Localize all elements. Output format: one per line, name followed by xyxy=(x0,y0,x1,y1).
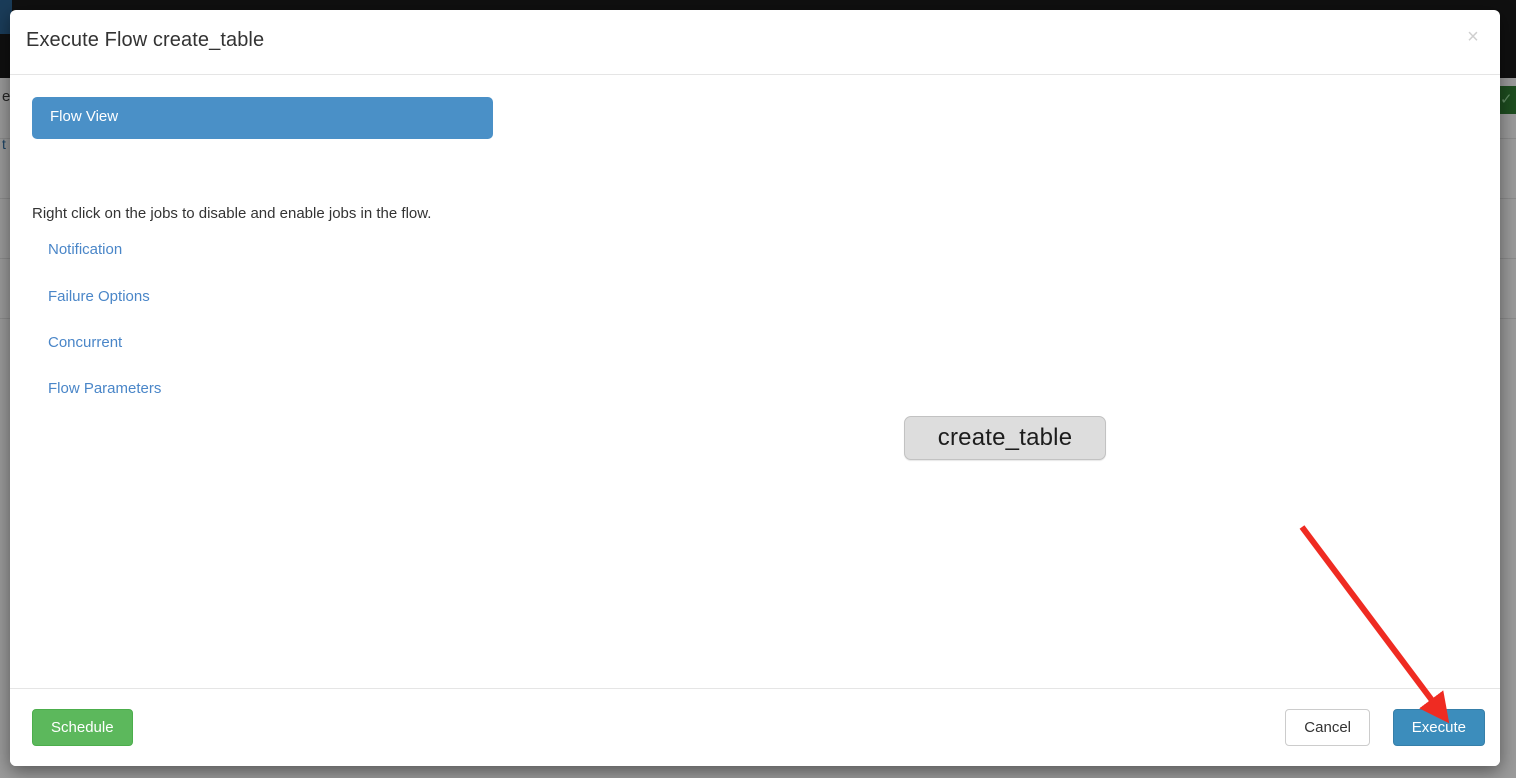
schedule-button[interactable]: Schedule xyxy=(32,709,133,746)
flow-graph-canvas[interactable]: create_table xyxy=(10,75,1500,688)
modal-footer: Schedule Cancel Execute xyxy=(10,688,1500,766)
modal-body: Flow View Right click on the jobs to dis… xyxy=(10,75,1500,688)
modal-header: Execute Flow create_table × xyxy=(10,10,1500,75)
screen: e t ✓ Execute Flow create_table × Flow V… xyxy=(0,0,1516,778)
cancel-button[interactable]: Cancel xyxy=(1285,709,1370,746)
execute-button[interactable]: Execute xyxy=(1392,709,1485,746)
page-title: Execute Flow create_table xyxy=(26,29,265,51)
execute-flow-modal: Execute Flow create_table × Flow View Ri… xyxy=(10,10,1500,766)
flow-node-create-table[interactable]: create_table xyxy=(904,416,1106,460)
flow-node-label: create_table xyxy=(937,424,1073,451)
close-icon[interactable]: × xyxy=(1460,24,1486,50)
